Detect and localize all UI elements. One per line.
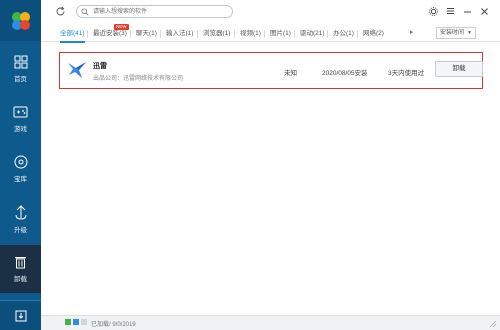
search-input[interactable]: [93, 7, 223, 17]
title-bar: [41, 0, 500, 24]
sidebar-item-label: 游戏: [14, 126, 27, 133]
sidebar-item-upgrade[interactable]: 升级: [0, 195, 41, 243]
tab-divider: [87, 30, 88, 38]
sidebar-item-uninstall[interactable]: 卸载: [0, 245, 41, 293]
status-gray-icon: [81, 319, 87, 325]
search-icon: [81, 8, 89, 16]
app-list: 迅雷 出品公司：迅雷网络技术有限公司 未知 2020/08/05安装 3天内使用…: [41, 43, 500, 315]
chevron-down-icon: ▼: [467, 30, 472, 36]
tab-chat[interactable]: 聊天(1): [136, 28, 157, 39]
tab-divider: [294, 30, 295, 38]
sidebar: 首页 游戏 宝库 升级 卸载: [0, 0, 41, 330]
upgrade-arrow-icon: [15, 204, 26, 220]
app-usage: 3天内使用过: [388, 70, 425, 77]
gear-icon: [428, 6, 438, 16]
home-icon: [14, 55, 27, 69]
tab-divider: [130, 30, 131, 38]
status-blue-icon: [73, 319, 79, 325]
status-bar: 已加载/ 9/0/2019: [41, 315, 500, 330]
download-icon: [15, 310, 26, 321]
tab-driver[interactable]: 驱动(21): [300, 28, 325, 39]
refresh-icon[interactable]: [55, 6, 66, 17]
settings-gear-button[interactable]: [427, 5, 439, 17]
tab-image[interactable]: 图片(1): [270, 28, 291, 39]
app-name: 迅雷: [93, 63, 107, 70]
tab-divider: [327, 30, 328, 38]
uninstall-button[interactable]: 卸载: [435, 61, 483, 77]
category-tabs: 全部(41) 最近安装(3) NEW 聊天(1) 输入法(1) 浏览器(1) 视…: [41, 24, 500, 43]
tab-office[interactable]: 办公(1): [333, 28, 354, 39]
download-manager-button[interactable]: [0, 300, 41, 330]
status-green-icon: [65, 319, 71, 325]
tab-browser[interactable]: 浏览器(1): [203, 28, 230, 39]
tab-divider: [357, 30, 358, 38]
tab-divider: [264, 30, 265, 38]
close-icon: [480, 7, 488, 15]
app-logo-icon: [11, 11, 30, 30]
tab-input-method[interactable]: 输入法(1): [166, 28, 193, 39]
sidebar-item-label: 升级: [14, 226, 27, 234]
app-install-date: 2020/08/05安装: [322, 70, 368, 77]
trash-icon: [15, 257, 26, 269]
sort-dropdown-label: 安装时间: [440, 30, 465, 36]
minimize-button[interactable]: [461, 5, 473, 17]
app-logo: [0, 0, 41, 41]
list-item[interactable]: 迅雷 出品公司：迅雷网络技术有限公司 未知 2020/08/05安装 3天内使用…: [59, 52, 483, 89]
sidebar-item-label: 卸载: [14, 276, 27, 283]
sidebar-item-label: 首页: [14, 76, 27, 83]
resize-grip-icon[interactable]: [488, 319, 497, 328]
tab-scroll-right-icon[interactable]: ▸: [410, 28, 414, 36]
tab-video[interactable]: 视频(1): [240, 28, 261, 39]
tab-divider: [160, 30, 161, 38]
sidebar-item-games[interactable]: 游戏: [0, 95, 41, 143]
sort-dropdown[interactable]: 安装时间 ▼: [436, 27, 476, 39]
search-box[interactable]: [76, 5, 233, 18]
sidebar-item-treasure[interactable]: 宝库: [0, 145, 41, 193]
app-vendor: 出品公司：迅雷网络技术有限公司: [93, 76, 184, 82]
menu-button[interactable]: [444, 5, 456, 17]
tab-network[interactable]: 网络(2): [363, 28, 384, 39]
treasure-disc-icon: [14, 155, 27, 169]
status-text: 已加载/ 9/0/2019: [91, 322, 136, 328]
menu-icon: [446, 8, 454, 14]
tab-divider: [234, 30, 235, 38]
gamepad-icon: [13, 106, 28, 118]
status-icons: [65, 319, 87, 325]
tab-divider: [197, 30, 198, 38]
xunlei-bird-icon: [68, 62, 86, 78]
app-size: 未知: [284, 70, 297, 77]
close-button[interactable]: [478, 5, 490, 17]
minimize-icon: [463, 11, 471, 12]
sidebar-item-home[interactable]: 首页: [0, 45, 41, 93]
sidebar-item-label: 宝库: [14, 176, 27, 183]
tab-all[interactable]: 全部(41): [60, 28, 85, 43]
new-badge: NEW: [114, 24, 129, 30]
